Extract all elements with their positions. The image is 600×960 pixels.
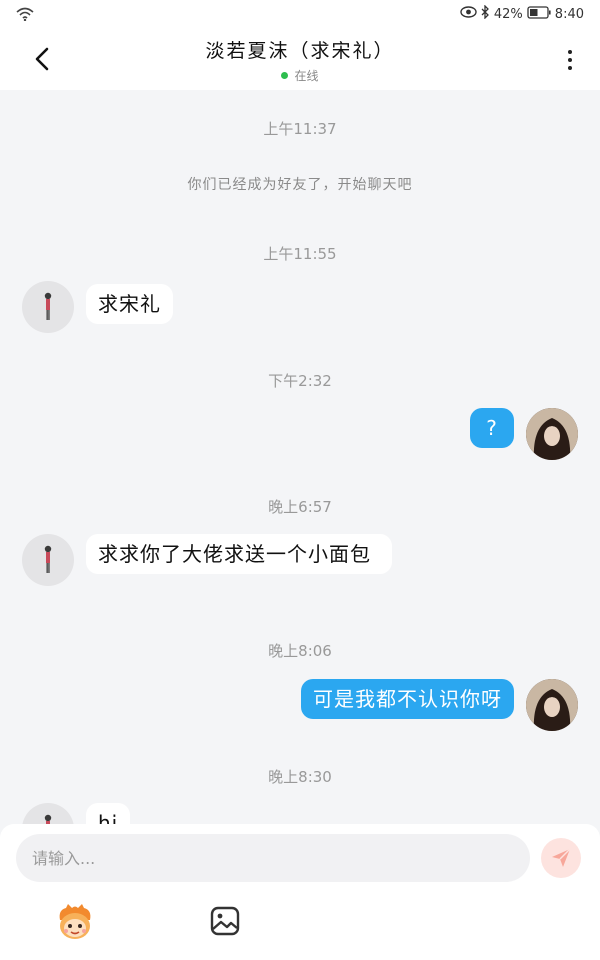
online-dot-icon (281, 72, 289, 79)
my-avatar[interactable] (526, 408, 578, 460)
chevron-left-icon (35, 47, 49, 71)
emoji-icon (59, 904, 91, 939)
status-bar: 42% 8:40 (0, 0, 600, 28)
outgoing-message[interactable]: 可是我都不认识你呀 (301, 679, 514, 719)
input-panel (0, 824, 600, 960)
system-message: 你们已经成为好友了，开始聊天吧 (187, 177, 413, 193)
send-button[interactable] (541, 838, 581, 878)
eye-icon (460, 6, 477, 22)
contact-avatar[interactable] (22, 534, 74, 586)
outgoing-message[interactable]: ? (470, 408, 514, 448)
contact-name: 淡若夏沫（求宋礼） (205, 40, 395, 62)
image-icon (210, 906, 240, 936)
chat-area[interactable]: 上午11:37 你们已经成为好友了，开始聊天吧 上午11:55 求宋礼 下午2:… (0, 90, 600, 830)
timestamp: 晚上8:06 (268, 642, 332, 660)
emoji-button[interactable] (54, 902, 96, 942)
contact-avatar[interactable] (22, 281, 74, 333)
timestamp: 晚上6:57 (268, 498, 332, 516)
incoming-message[interactable]: 求求你了大佬求送一个小面包 (86, 534, 392, 574)
timestamp: 晚上8:30 (268, 768, 332, 786)
clock: 8:40 (554, 6, 584, 22)
timestamp: 下午2:32 (268, 372, 332, 390)
more-options-button[interactable] (558, 45, 582, 75)
online-status: 在线 (100, 67, 500, 84)
message-input[interactable] (16, 834, 530, 882)
online-status-label: 在线 (294, 69, 319, 83)
battery-percent: 42% (493, 6, 523, 22)
image-button[interactable] (209, 905, 241, 937)
send-icon (552, 848, 571, 867)
timestamp: 上午11:55 (263, 245, 337, 263)
back-button[interactable] (28, 44, 56, 74)
timestamp: 上午11:37 (263, 120, 337, 138)
incoming-message[interactable]: 求宋礼 (86, 284, 173, 324)
bluetooth-icon (481, 4, 490, 23)
chat-header: 淡若夏沫（求宋礼） 在线 (0, 28, 600, 90)
battery-icon (527, 5, 551, 23)
wifi-icon (16, 6, 34, 25)
my-avatar[interactable] (526, 679, 578, 731)
more-vertical-icon (568, 50, 572, 54)
